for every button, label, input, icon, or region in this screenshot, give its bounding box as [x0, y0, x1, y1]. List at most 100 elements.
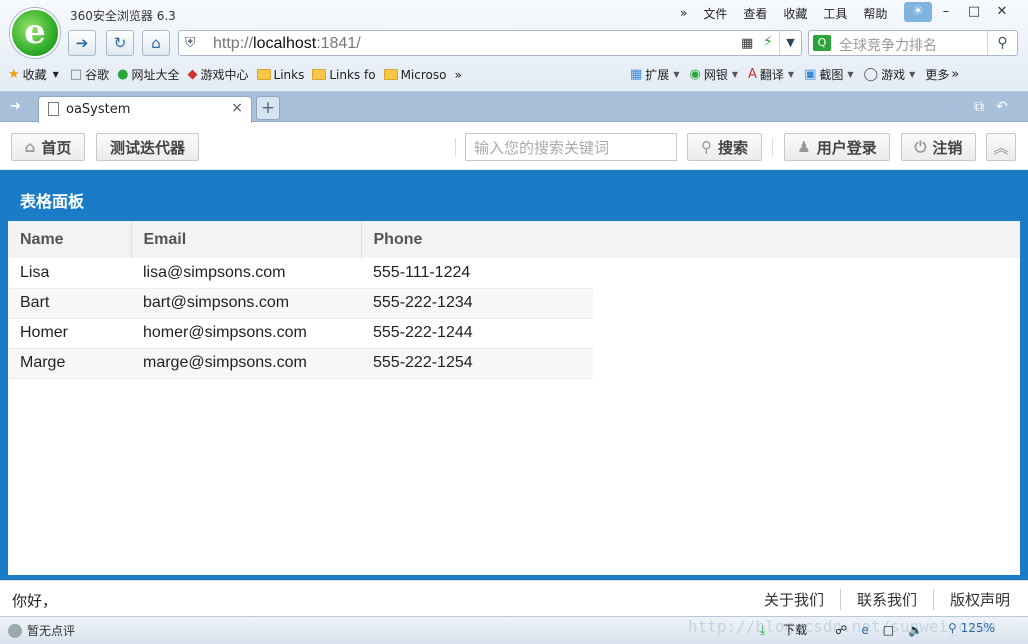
link-icon[interactable]: ☍ [835, 623, 847, 637]
bank-icon: ◉ [689, 67, 701, 82]
back-icon[interactable]: ➔ [68, 30, 96, 56]
cell-email: marge@simpsons.com [143, 354, 307, 371]
address-bar[interactable]: ⛨ http://localhost:1841/ ▦ ⚡ ▼ [178, 30, 802, 56]
test-iterator-button[interactable]: 测试迭代器 [96, 133, 199, 161]
cell-name: Bart [20, 294, 50, 311]
refresh-icon[interactable]: ↻ [106, 30, 134, 56]
copyright-link[interactable]: 版权声明 [932, 589, 1010, 610]
table-row[interactable]: Homer homer@simpsons.com 555-222-1244 [8, 318, 593, 348]
cell-phone: 555-222-1254 [373, 354, 473, 371]
new-tab-button[interactable]: + [256, 96, 280, 120]
tab-tools: ⧉ ↶ [962, 99, 1008, 115]
fav-microsoft[interactable]: Microso [383, 68, 446, 82]
table-row[interactable]: Lisa lisa@simpsons.com 555-111-1224 [8, 258, 593, 288]
zoom-level[interactable]: ⚲ 125% [948, 621, 995, 635]
tool-translate[interactable]: A 翻译 ▼ [748, 66, 794, 83]
menu-bar: » 文件 查看 收藏 工具 帮助 [680, 4, 903, 22]
rating-status[interactable]: 暂无点评 [8, 622, 75, 639]
qrcode-icon[interactable]: ▦ [741, 36, 753, 51]
home-icon[interactable]: ⌂ [142, 30, 170, 56]
menu-more[interactable]: » [680, 6, 687, 20]
browser-search[interactable]: Q 全球竞争力排名 ⚲ [808, 30, 1018, 56]
fav-more[interactable]: » [454, 68, 461, 82]
greeting-text: 你好， [12, 592, 58, 610]
menu-help[interactable]: 帮助 [863, 5, 887, 22]
window-icon[interactable]: □ [883, 623, 894, 637]
divider [772, 138, 773, 156]
menu-tools[interactable]: 工具 [823, 5, 847, 22]
page-icon: □ [69, 67, 83, 82]
cell-phone: 555-111-1224 [373, 263, 471, 281]
table-header-fill [593, 221, 1020, 258]
download-button[interactable]: ⤓ 下载 [760, 621, 821, 638]
cell-phone: 555-222-1234 [373, 294, 473, 311]
translate-icon: A [747, 67, 757, 82]
page-icon [48, 102, 59, 116]
collapse-button[interactable]: ︽ [986, 133, 1016, 161]
search-button[interactable]: ⚲ 搜索 [687, 133, 762, 161]
favorites-bar: ★ 收藏 ▼ □ 谷歌 ● 网址大全 ◆ 游戏中心 Links Links fo Micr… [8, 66, 470, 83]
address-url[interactable]: http://localhost:1841/ [213, 35, 361, 53]
table-row[interactable]: Marge marge@simpsons.com 555-222-1254 [8, 348, 593, 378]
skin-icon[interactable]: ☀ [904, 2, 932, 22]
menu-file[interactable]: 文件 [703, 5, 727, 22]
fav-google[interactable]: □ 谷歌 [70, 66, 109, 83]
cell-email: bart@simpsons.com [143, 294, 290, 311]
column-header-name[interactable]: Name [8, 221, 132, 258]
menu-favorites[interactable]: 收藏 [783, 5, 807, 22]
home-button[interactable]: ⌂ 首页 [11, 133, 85, 161]
search-icon[interactable]: ⚲ [987, 31, 1017, 55]
fav-links[interactable]: Links [256, 68, 304, 82]
maximize-icon[interactable]: □ [960, 2, 988, 22]
close-icon[interactable]: ✕ [988, 2, 1016, 22]
logout-button[interactable]: ⏻ 注销 [901, 133, 976, 161]
table-row[interactable]: Bart bart@simpsons.com 555-222-1234 [8, 288, 593, 318]
panel-title: 表格面板 [20, 192, 85, 211]
user-icon: ♟ [797, 138, 811, 156]
download-icon: ⤓ [760, 623, 766, 637]
restore-tab-icon[interactable]: ⧉ [974, 99, 984, 115]
undo-close-icon[interactable]: ↶ [996, 99, 1008, 115]
fav-collect[interactable]: ★ 收藏 ▼ [8, 66, 62, 83]
home-icon: ⌂ [24, 138, 36, 156]
fav-games[interactable]: ◆ 游戏中心 [188, 66, 249, 83]
sidebar-toggle-icon[interactable]: ➜ [10, 99, 21, 114]
fav-sites[interactable]: ● 网址大全 [117, 66, 179, 83]
cell-name: Homer [20, 324, 69, 341]
search-icon: ⚲ [700, 138, 712, 156]
tool-game[interactable]: ◯ 游戏 ▼ [864, 66, 916, 83]
menu-view[interactable]: 查看 [743, 5, 767, 22]
browser-toolbar: ▦ 扩展 ▼ ◉ 网银 ▼ A 翻译 ▼ ▣ 截图 ▼ ◯ 游戏 ▼ 更多» [630, 66, 972, 83]
tab-label: oaSystem [66, 102, 131, 117]
tab-oasystem[interactable]: oaSystem × [38, 96, 252, 123]
fav-links-fo[interactable]: Links fo [312, 68, 376, 82]
search-engine-icon[interactable]: Q [813, 35, 831, 51]
chevron-down-icon[interactable]: ▼ [779, 31, 801, 55]
browser-search-input[interactable]: 全球竞争力排名 [839, 35, 937, 55]
browser-logo[interactable]: e [10, 8, 60, 58]
login-button[interactable]: ♟ 用户登录 [784, 133, 890, 161]
app-title: 360安全浏览器 6.3 [70, 9, 176, 23]
minimize-icon[interactable]: – [932, 2, 960, 22]
tab-close-icon[interactable]: × [231, 100, 243, 116]
tool-bank[interactable]: ◉ 网银 ▼ [689, 66, 738, 83]
contact-link[interactable]: 联系我们 [839, 589, 933, 610]
cell-email: homer@simpsons.com [143, 324, 307, 341]
ie-icon[interactable]: e [861, 623, 868, 637]
about-link[interactable]: 关于我们 [748, 589, 840, 610]
column-header-email[interactable]: Email [131, 221, 362, 258]
speaker-icon[interactable]: 🔈 [908, 623, 923, 637]
cell-email: lisa@simpsons.com [143, 263, 286, 281]
column-header-phone[interactable]: Phone [361, 221, 593, 258]
tool-screenshot[interactable]: ▣ 截图 ▼ [804, 66, 853, 83]
tool-more[interactable]: 更多» [925, 66, 962, 83]
tool-extensions[interactable]: ▦ 扩展 ▼ [630, 66, 679, 83]
screenshot-icon: ▣ [804, 67, 817, 82]
globe-icon: ● [117, 67, 129, 82]
search-input[interactable]: 输入您的搜索关键词 [465, 133, 677, 161]
power-icon: ⏻ [914, 138, 927, 156]
speed-icon[interactable]: ⚡ [763, 34, 773, 50]
divider [455, 138, 456, 156]
footer-links: 关于我们 联系我们 版权声明 [748, 589, 1010, 610]
window-controls: ☀ – □ ✕ [904, 2, 1016, 22]
